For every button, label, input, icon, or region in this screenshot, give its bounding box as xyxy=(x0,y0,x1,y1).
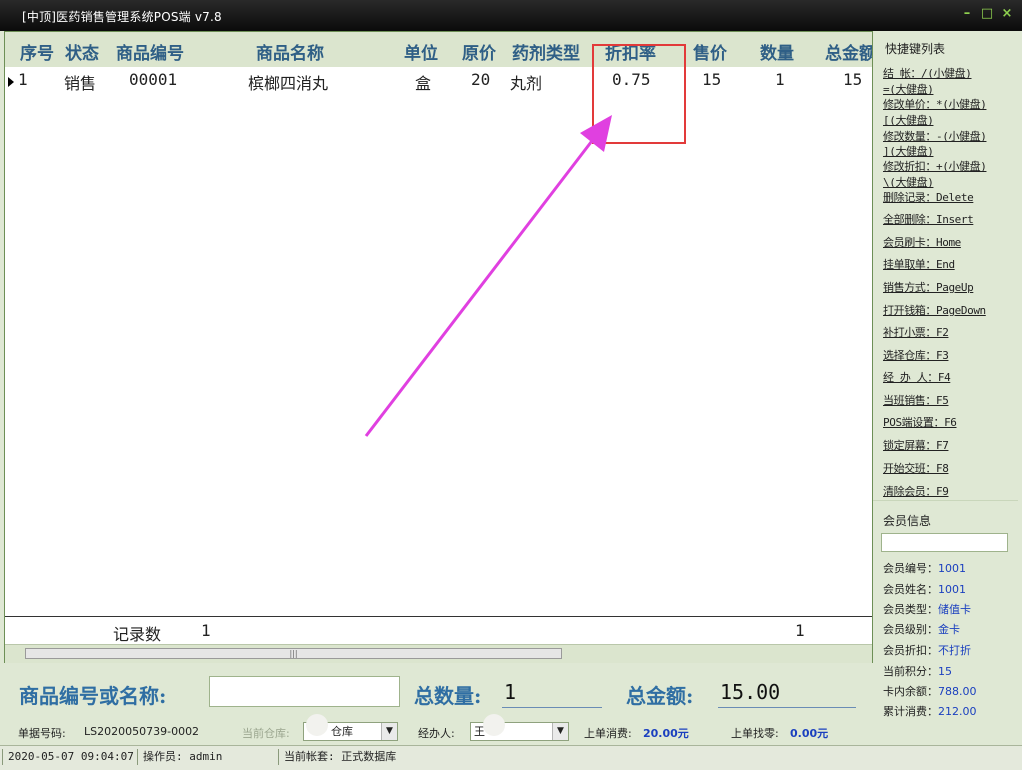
shortcut-checkout[interactable]: 结 帐：/(小健盘) xyxy=(883,65,972,81)
shortcut-delete-record[interactable]: 删除记录：Delete xyxy=(883,189,974,205)
cell-unit: 盒 xyxy=(415,74,432,93)
code-input[interactable] xyxy=(209,676,400,707)
cell-price: 20 xyxy=(471,70,491,89)
shortcut-checkout-alt[interactable]: =(大健盘) xyxy=(883,81,934,97)
shortcut-handler[interactable]: 经 办 人：F4 xyxy=(883,369,951,385)
last-change-value: 0.00元 xyxy=(790,727,829,740)
code-label: 商品编号或名称: xyxy=(19,684,167,708)
shortcut-edit-qty[interactable]: 修改数量：-(小健盘) xyxy=(883,128,987,144)
horizontal-scrollbar[interactable]: ||| xyxy=(5,644,872,663)
shortcut-edit-price-alt[interactable]: [(大健盘) xyxy=(883,112,934,128)
column-header-seq[interactable]: 序号 xyxy=(20,39,54,64)
status-bar: 2020-05-07 09:04:07 操作员: admin 当前帐套: 正式数… xyxy=(0,745,1022,770)
member-field: 卡内余额：788.00 xyxy=(883,685,977,698)
cursor-blur-icon xyxy=(306,714,328,736)
info-row: 单据号码: LS2020050739-0002 当前仓库: 仓库 ▼ 经办人: … xyxy=(0,714,1022,745)
shortcut-edit-discount-alt[interactable]: \(大健盘) xyxy=(883,174,934,190)
last-change-label: 上单找零: xyxy=(731,727,779,740)
title-bar: [中顶]医药销售管理系统POS端 v7.8 – □ × xyxy=(0,0,1022,31)
cell-qty: 1 xyxy=(775,70,785,89)
last-spend-label: 上单消费: xyxy=(584,727,632,740)
entry-band: 商品编号或名称: 总数量: 1 总金额: 15.00 xyxy=(4,668,873,718)
member-panel-title: 会员信息 xyxy=(883,514,932,528)
shortcut-reprint[interactable]: 补打小票：F2 xyxy=(883,324,949,340)
handler-label: 经办人: xyxy=(418,727,455,740)
column-header-unit[interactable]: 单位 xyxy=(404,39,438,64)
qty-label: 总数量: xyxy=(414,684,482,708)
shortcut-delete-all[interactable]: 全部删除：Insert xyxy=(883,211,974,227)
shortcut-panel-title: 快捷键列表 xyxy=(885,42,946,56)
grid-header: 序号 状态 商品编号 商品名称 单位 原价 药剂类型 折扣率 售价 数量 总金额 xyxy=(5,32,872,67)
member-field: 会员编号：1001 xyxy=(883,562,966,575)
warehouse-label: 当前仓库: xyxy=(242,727,290,740)
maximize-button[interactable]: □ xyxy=(980,7,994,21)
amount-underline xyxy=(718,707,856,708)
cell-status: 销售 xyxy=(64,74,97,93)
shortcut-warehouse[interactable]: 选择仓库：F3 xyxy=(883,347,949,363)
cell-code: 00001 xyxy=(129,70,178,89)
amount-value: 15.00 xyxy=(720,680,781,704)
shortcut-edit-price[interactable]: 修改单价：*(小健盘) xyxy=(883,96,987,112)
member-field: 会员姓名：1001 xyxy=(883,583,966,596)
window-title: [中顶]医药销售管理系统POS端 v7.8 xyxy=(22,10,222,24)
shortcut-open-drawer[interactable]: 打开钱箱：PageDown xyxy=(883,302,986,318)
column-header-sale-price[interactable]: 售价 xyxy=(693,39,727,64)
doc-number-label: 单据号码: xyxy=(18,727,66,740)
qty-value: 1 xyxy=(504,680,517,704)
member-field: 会员类型：储值卡 xyxy=(883,603,971,616)
cell-name: 槟榔四消丸 xyxy=(248,74,329,93)
column-header-price[interactable]: 原价 xyxy=(462,39,496,64)
status-account: 当前帐套: 正式数据库 xyxy=(278,749,484,765)
shortcut-edit-qty-alt[interactable]: ](大健盘) xyxy=(883,143,934,159)
row-indicator-icon xyxy=(8,77,14,87)
shortcut-pos-settings[interactable]: POS端设置：F6 xyxy=(883,414,957,430)
shortcut-shift-sales[interactable]: 当班销售：F5 xyxy=(883,392,949,408)
member-search-input[interactable] xyxy=(881,533,1008,552)
close-button[interactable]: × xyxy=(1000,7,1014,21)
table-row[interactable]: 1 销售 00001 槟榔四消丸 盒 20 丸剂 0.75 15 1 15 xyxy=(5,67,872,93)
last-spend-value: 20.00元 xyxy=(643,727,689,740)
column-header-name[interactable]: 商品名称 xyxy=(256,39,324,64)
shortcut-lock-screen[interactable]: 锁定屏幕：F7 xyxy=(883,437,949,453)
shortcut-handover[interactable]: 开始交班：F8 xyxy=(883,460,949,476)
shortcut-edit-discount[interactable]: 修改折扣：+(小健盘) xyxy=(883,158,987,174)
qty-sum-value: 1 xyxy=(795,621,805,640)
cursor-blur-icon xyxy=(483,714,505,736)
scrollbar-thumb[interactable]: ||| xyxy=(25,648,562,659)
column-header-status[interactable]: 状态 xyxy=(65,39,99,64)
member-field: 当前积分：15 xyxy=(883,665,952,678)
record-count-label: 记录数 xyxy=(113,625,162,644)
doc-number-value: LS2020050739-0002 xyxy=(84,725,200,738)
column-header-code[interactable]: 商品编号 xyxy=(116,39,184,64)
member-field: 会员级别：金卡 xyxy=(883,623,960,636)
member-panel: 会员信息 会员编号：1001 会员姓名：1001 会员类型：储值卡 会员级别：金… xyxy=(873,500,1018,723)
member-field: 累计消费：212.00 xyxy=(883,705,977,718)
cell-seq: 1 xyxy=(18,70,28,89)
shortcut-member-card[interactable]: 会员刷卡：Home xyxy=(883,234,961,250)
shortcut-hold-order[interactable]: 挂单取单：End xyxy=(883,256,955,272)
chevron-down-icon[interactable]: ▼ xyxy=(552,723,568,740)
status-operator: 操作员: admin xyxy=(137,749,273,765)
cell-type: 丸剂 xyxy=(510,74,543,93)
column-header-total[interactable]: 总金额 xyxy=(825,39,872,64)
cell-total: 15 xyxy=(843,70,863,89)
shortcut-clear-member[interactable]: 清除会员：F9 xyxy=(883,483,949,499)
record-count-value: 1 xyxy=(201,621,211,640)
column-header-type[interactable]: 药剂类型 xyxy=(512,39,580,64)
highlight-box xyxy=(592,44,686,144)
shortcut-sale-mode[interactable]: 销售方式：PageUp xyxy=(883,279,974,295)
member-field: 会员折扣：不打折 xyxy=(883,644,971,657)
qty-underline xyxy=(502,707,602,708)
warehouse-select-value: 仓库 xyxy=(331,725,353,738)
grid-footer: 记录数 1 1 xyxy=(5,616,872,645)
column-header-qty[interactable]: 数量 xyxy=(760,39,794,64)
status-datetime: 2020-05-07 09:04:07 xyxy=(2,749,134,765)
chevron-down-icon[interactable]: ▼ xyxy=(381,723,397,740)
amount-label: 总金额: xyxy=(626,684,694,708)
cell-sale-price: 15 xyxy=(702,70,722,89)
minimize-button[interactable]: – xyxy=(960,7,974,21)
sales-grid[interactable]: 序号 状态 商品编号 商品名称 单位 原价 药剂类型 折扣率 售价 数量 总金额… xyxy=(4,31,873,663)
